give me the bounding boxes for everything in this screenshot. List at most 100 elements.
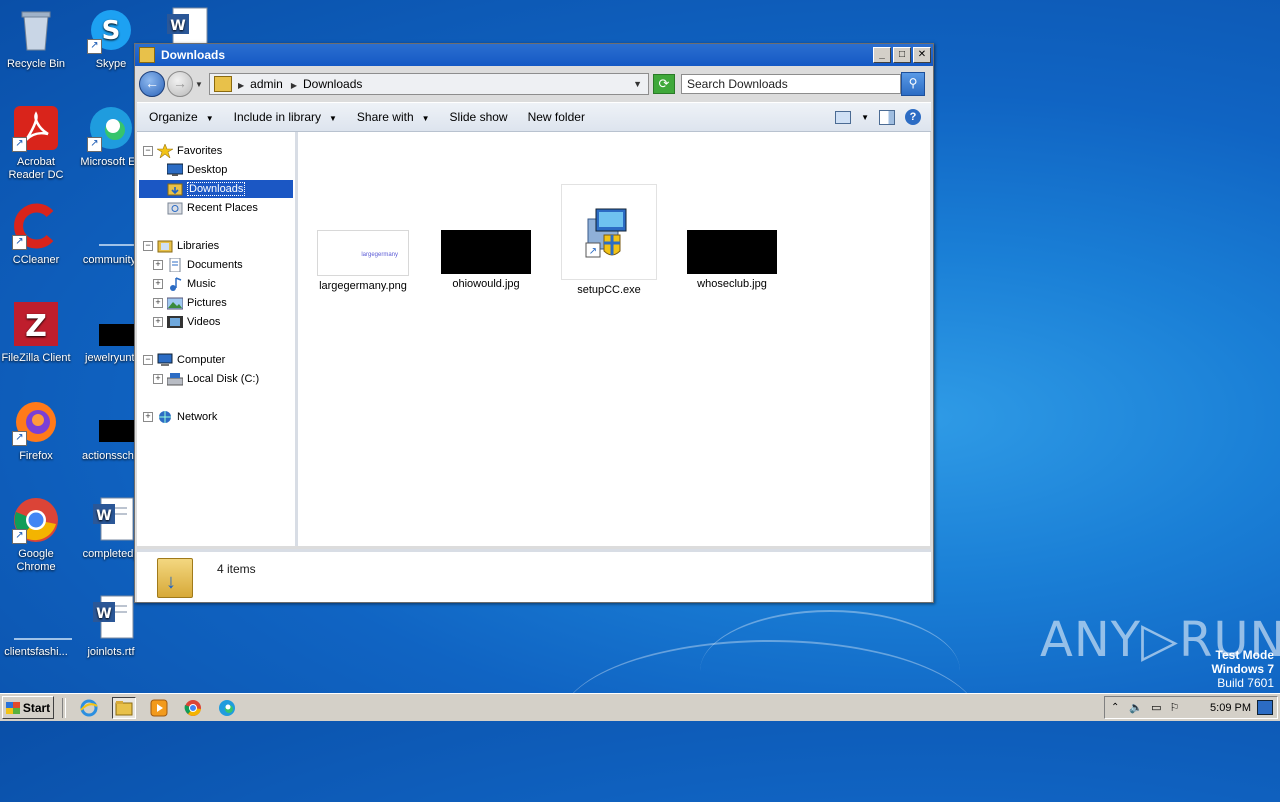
chrome-icon[interactable] xyxy=(182,698,204,718)
skype-icon: S ↗ xyxy=(87,6,135,54)
wallpaper-streak xyxy=(560,640,980,802)
file-item[interactable]: ohiowould.jpg xyxy=(431,230,541,290)
tree-item-desktop[interactable]: Desktop xyxy=(167,161,227,179)
chevron-down-icon[interactable]: ▼ xyxy=(633,79,642,89)
desktop-icon xyxy=(167,163,183,176)
collapse-icon[interactable]: − xyxy=(143,241,153,251)
forward-button[interactable]: → xyxy=(167,71,193,97)
expand-icon[interactable]: + xyxy=(143,412,153,422)
help-icon[interactable]: ? xyxy=(905,109,921,125)
tree-item-pictures[interactable]: + Pictures xyxy=(153,294,227,312)
word-document-icon: W xyxy=(87,496,135,544)
window-title: Downloads xyxy=(161,48,226,62)
command-bar: Organize ▼ Include in library ▼ Share with… xyxy=(137,102,931,132)
back-button[interactable]: ← xyxy=(139,71,165,97)
tree-item-documents[interactable]: + Documents xyxy=(153,256,243,274)
installer-exe-icon: ↗ xyxy=(561,184,657,280)
breadcrumb-item[interactable]: ▶ Downloads xyxy=(291,77,363,91)
maximize-button[interactable]: □ xyxy=(893,47,911,63)
explorer-taskbar-button[interactable] xyxy=(112,696,136,719)
file-name: ohiowould.jpg xyxy=(452,278,520,290)
include-in-library-menu[interactable]: Include in library ▼ xyxy=(234,110,337,124)
tree-item-favorites[interactable]: − Favorites xyxy=(143,142,222,160)
system-tray: ⌃ 🔈 ▭ ⚐ 5:09 PM xyxy=(1104,696,1278,719)
change-view-icon[interactable] xyxy=(835,110,852,124)
desktop-icon-ccleaner[interactable]: ↗ CCleaner xyxy=(1,202,71,267)
file-item[interactable]: largegermany largegermany.png xyxy=(308,230,418,292)
desktop-icon-recycle-bin[interactable]: Recycle Bin xyxy=(1,6,71,71)
star-icon xyxy=(157,144,173,158)
tree-label: Downloads xyxy=(187,182,246,196)
organize-label: Organize xyxy=(149,110,198,124)
chevron-down-icon[interactable]: ▼ xyxy=(861,113,869,122)
tree-item-network[interactable]: + Network xyxy=(143,408,217,426)
search-icon[interactable]: ⚲ xyxy=(901,72,925,96)
shortcut-arrow-icon: ↗ xyxy=(87,39,102,54)
search-input[interactable]: Search Downloads xyxy=(681,74,901,94)
new-folder-button[interactable]: New folder xyxy=(528,110,585,124)
tree-label: Music xyxy=(187,278,216,290)
refresh-button[interactable]: ⟳ xyxy=(653,74,675,94)
network-status-icon[interactable]: ▭ xyxy=(1151,701,1161,714)
expand-icon[interactable]: + xyxy=(153,260,163,270)
window-titlebar[interactable]: Downloads _ □ ✕ xyxy=(135,44,933,66)
media-player-icon[interactable] xyxy=(148,698,170,718)
tree-item-libraries[interactable]: − Libraries xyxy=(143,237,219,255)
expand-icon[interactable]: + xyxy=(153,298,163,308)
collapse-icon[interactable]: − xyxy=(143,146,153,156)
desktop-icon-clientsfashi[interactable]: clientsfashi... xyxy=(1,594,72,659)
taskbar-separator xyxy=(62,697,66,718)
minimize-button[interactable]: _ xyxy=(873,47,891,63)
navigation-pane: − Favorites Desktop Downloads Recent Pla… xyxy=(137,132,298,546)
desktop-icon-filezilla[interactable]: Z FileZilla Client xyxy=(1,300,71,365)
window-controls: _ □ ✕ xyxy=(873,47,931,63)
desktop-icon-chrome[interactable]: ↗ Google Chrome xyxy=(1,496,71,574)
file-item[interactable]: ↗ setupCC.exe xyxy=(554,184,664,296)
tree-item-recent-places[interactable]: Recent Places xyxy=(167,199,258,217)
expand-icon[interactable]: + xyxy=(153,279,163,289)
address-bar[interactable]: ▶ admin ▶ Downloads ▼ xyxy=(209,73,649,95)
music-icon xyxy=(170,277,182,291)
expand-icon[interactable]: + xyxy=(153,317,163,327)
tree-item-local-disk[interactable]: + Local Disk (C:) xyxy=(153,370,259,388)
address-row: ← → ▼ ▶ admin ▶ Downloads ▼ ⟳ Search Downl… xyxy=(139,70,929,98)
videos-icon xyxy=(167,316,183,328)
hard-drive-icon xyxy=(167,373,183,386)
tree-item-music[interactable]: + Music xyxy=(153,275,216,293)
breadcrumb-item[interactable]: ▶ admin xyxy=(238,77,283,91)
show-hidden-icons-icon[interactable]: ⌃ xyxy=(1111,702,1119,713)
share-with-menu[interactable]: Share with ▼ xyxy=(357,110,430,124)
close-button[interactable]: ✕ xyxy=(913,47,931,63)
tree-label: Documents xyxy=(187,259,243,271)
file-item[interactable]: whoseclub.jpg xyxy=(677,230,787,290)
start-button[interactable]: Start xyxy=(2,696,54,719)
preview-pane-icon[interactable] xyxy=(879,109,895,125)
desktop-icon-joinlots[interactable]: W joinlots.rtf xyxy=(76,594,146,659)
network-icon xyxy=(159,411,171,423)
tree-item-downloads[interactable]: Downloads xyxy=(139,180,293,198)
volume-icon[interactable]: 🔈 xyxy=(1129,701,1143,714)
desktop-icon-label: Firefox xyxy=(19,450,53,462)
expand-icon[interactable]: + xyxy=(153,374,163,384)
desktop-icon-firefox[interactable]: ↗ Firefox xyxy=(1,398,71,463)
svg-text:S: S xyxy=(102,16,121,46)
tree-item-videos[interactable]: + Videos xyxy=(153,313,220,331)
organize-menu[interactable]: Organize ▼ xyxy=(149,110,214,124)
file-list: largegermany largegermany.png ohiowould.… xyxy=(298,132,930,546)
desktop-icon-acrobat[interactable]: ↗ Acrobat Reader DC xyxy=(1,104,71,182)
action-center-flag-icon[interactable]: ⚐ xyxy=(1170,701,1180,714)
image-thumbnail xyxy=(441,230,531,274)
tree-item-computer[interactable]: − Computer xyxy=(143,351,225,369)
show-desktop-icon[interactable] xyxy=(1257,700,1273,715)
explorer-window: Downloads _ □ ✕ ← → ▼ ▶ admin ▶ Downloads … xyxy=(134,43,934,603)
clock[interactable]: 5:09 PM xyxy=(1210,702,1251,714)
shortcut-arrow-icon: ↗ xyxy=(87,137,102,152)
slide-show-button[interactable]: Slide show xyxy=(450,110,508,124)
recent-pages-dropdown[interactable]: ▼ xyxy=(195,80,205,89)
blank-file-icon xyxy=(12,594,72,642)
collapse-icon[interactable]: − xyxy=(143,355,153,365)
edge-icon[interactable] xyxy=(216,698,238,718)
shortcut-arrow-icon: ↗ xyxy=(12,431,27,446)
ccleaner-icon: ↗ xyxy=(12,202,60,250)
internet-explorer-icon[interactable] xyxy=(78,698,100,718)
